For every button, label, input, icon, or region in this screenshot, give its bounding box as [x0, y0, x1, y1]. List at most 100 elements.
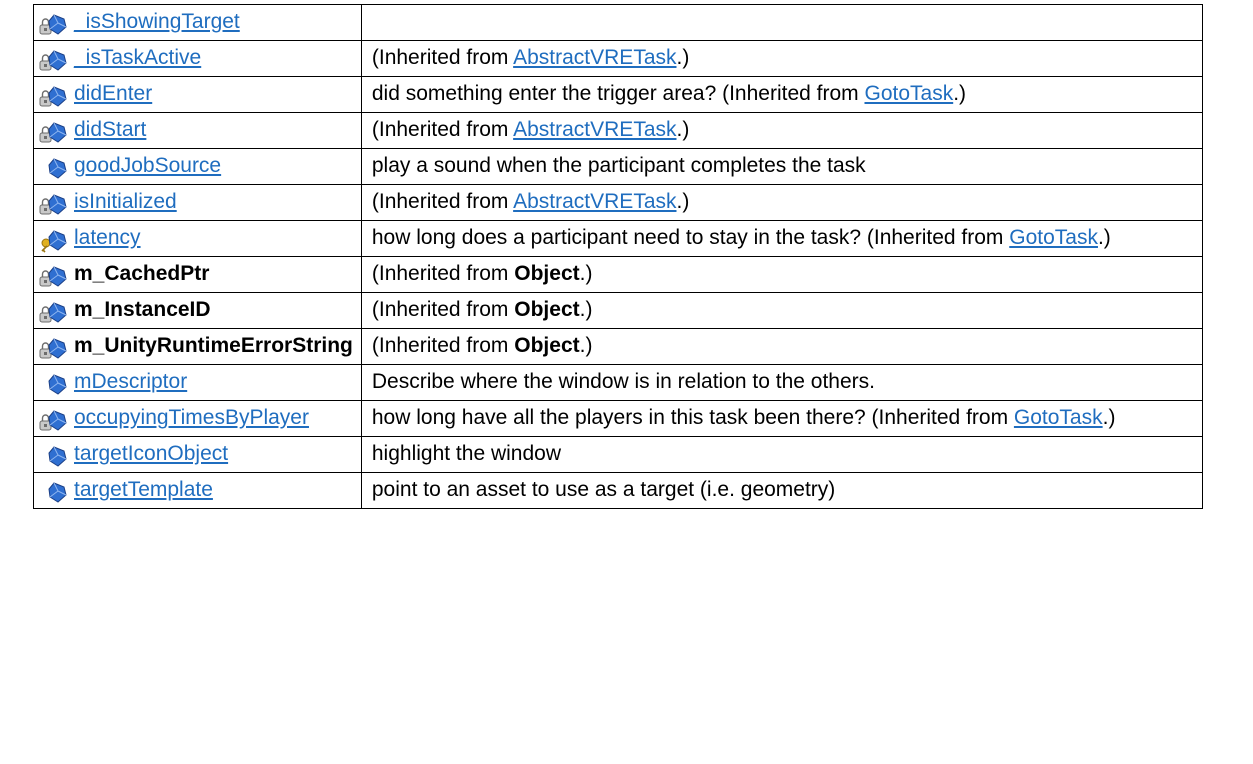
- member-name-cell: mDescriptor: [71, 364, 362, 401]
- table-row: didEnter did something enter the trigger …: [33, 76, 1203, 113]
- description-text: (Inherited from: [371, 298, 515, 321]
- member-name-cell: targetTemplate: [71, 472, 362, 509]
- icon-cell: [33, 40, 71, 77]
- member-description-cell: (Inherited from AbstractVRETask.): [360, 112, 1203, 149]
- description-text: did something enter the trigger area? (I…: [371, 82, 865, 105]
- icon-cell: [33, 4, 71, 41]
- member-description-cell: [360, 4, 1203, 41]
- table-row: _isTaskActive (Inherited from AbstractVR…: [33, 40, 1203, 77]
- protected-field-icon: [38, 299, 68, 323]
- description-text: .): [676, 46, 690, 69]
- member-name-link[interactable]: didStart: [74, 118, 146, 141]
- member-description-cell: (Inherited from Object.): [360, 292, 1203, 329]
- protected-field-icon: [38, 407, 68, 431]
- description-text: .): [1102, 406, 1116, 429]
- description-text: (Inherited from: [371, 334, 515, 357]
- icon-cell: [33, 76, 71, 113]
- inherited-from-link[interactable]: GotoTask: [1014, 406, 1103, 429]
- description-text: (Inherited from: [371, 190, 514, 213]
- private-field-icon: [38, 227, 68, 253]
- inherited-from-class: Object: [514, 334, 580, 357]
- description-text: .): [676, 118, 690, 141]
- table-row: m_CachedPtr (Inherited from Object.): [33, 256, 1203, 293]
- member-name-cell: m_InstanceID: [71, 292, 362, 329]
- public-field-icon: [38, 371, 68, 395]
- icon-cell: [33, 220, 71, 257]
- inherited-from-link[interactable]: AbstractVRETask: [513, 46, 676, 69]
- member-name-cell: latency: [71, 220, 362, 257]
- member-name-cell: _isTaskActive: [71, 40, 362, 77]
- icon-cell: [33, 256, 71, 293]
- inherited-from-link[interactable]: GotoTask: [1009, 226, 1098, 249]
- member-description-cell: Describe where the window is in relation…: [360, 364, 1203, 401]
- inherited-from-class: Object: [514, 298, 580, 321]
- member-name-link[interactable]: occupyingTimesByPlayer: [74, 406, 309, 429]
- table-row: targetIconObject highlight the window: [33, 436, 1203, 473]
- member-description-cell: (Inherited from AbstractVRETask.): [360, 184, 1203, 221]
- member-name-cell: targetIconObject: [71, 436, 362, 473]
- member-name-cell: m_CachedPtr: [71, 256, 362, 293]
- member-description-cell: did something enter the trigger area? (I…: [360, 76, 1203, 113]
- members-table: _isShowingTarget _isTaskActive (Inherite…: [33, 4, 1203, 509]
- table-row: didStart (Inherited from AbstractVRETask…: [33, 112, 1203, 149]
- member-description-cell: how long does a participant need to stay…: [360, 220, 1203, 257]
- member-name-link[interactable]: didEnter: [74, 82, 152, 105]
- table-row: mDescriptor Describe where the window is …: [33, 364, 1203, 401]
- table-row: goodJobSource play a sound when the parti…: [33, 148, 1203, 185]
- inherited-from-class: Object: [514, 262, 580, 285]
- public-field-icon: [38, 479, 68, 503]
- protected-field-icon: [38, 191, 68, 215]
- member-name-link[interactable]: targetTemplate: [74, 478, 213, 501]
- member-name-cell: _isShowingTarget: [71, 4, 362, 41]
- table-row: targetTemplate point to an asset to use a…: [33, 472, 1203, 509]
- member-description-cell: play a sound when the participant comple…: [360, 148, 1203, 185]
- member-name-link[interactable]: _isTaskActive: [74, 46, 201, 69]
- inherited-from-link[interactable]: AbstractVRETask: [513, 190, 676, 213]
- member-name-link[interactable]: mDescriptor: [74, 370, 187, 393]
- inherited-from-link[interactable]: GotoTask: [864, 82, 953, 105]
- member-name-link[interactable]: targetIconObject: [74, 442, 228, 465]
- protected-field-icon: [38, 119, 68, 143]
- description-text: play a sound when the participant comple…: [371, 154, 866, 177]
- member-description-cell: (Inherited from AbstractVRETask.): [360, 40, 1203, 77]
- member-name-link[interactable]: goodJobSource: [74, 154, 221, 177]
- member-name-cell: isInitialized: [71, 184, 362, 221]
- description-text: .): [579, 334, 593, 357]
- table-row: m_UnityRuntimeErrorString (Inherited fro…: [33, 328, 1203, 365]
- member-name-link[interactable]: _isShowingTarget: [74, 10, 240, 33]
- icon-cell: [33, 364, 71, 401]
- table-row: isInitialized (Inherited from AbstractVR…: [33, 184, 1203, 221]
- protected-field-icon: [38, 83, 68, 107]
- member-name-cell: occupyingTimesByPlayer: [71, 400, 362, 437]
- protected-field-icon: [38, 11, 68, 35]
- member-description-cell: how long have all the players in this ta…: [360, 400, 1203, 437]
- table-row: m_InstanceID (Inherited from Object.): [33, 292, 1203, 329]
- icon-cell: [33, 292, 71, 329]
- description-text: .): [1097, 226, 1111, 249]
- member-description-cell: point to an asset to use as a target (i.…: [360, 472, 1203, 509]
- icon-cell: [33, 328, 71, 365]
- description-text: .): [953, 82, 967, 105]
- member-name-link[interactable]: isInitialized: [74, 190, 177, 213]
- member-name-link[interactable]: latency: [74, 226, 141, 249]
- description-text: highlight the window: [371, 442, 561, 465]
- member-name: m_CachedPtr: [74, 262, 210, 285]
- description-text: .): [676, 190, 690, 213]
- protected-field-icon: [38, 335, 68, 359]
- description-text: point to an asset to use as a target (i.…: [371, 478, 836, 501]
- member-name-cell: didStart: [71, 112, 362, 149]
- inherited-from-link[interactable]: AbstractVRETask: [513, 118, 676, 141]
- description-text: (Inherited from: [371, 262, 515, 285]
- member-name-cell: goodJobSource: [71, 148, 362, 185]
- description-text: (Inherited from: [371, 118, 514, 141]
- member-name: m_UnityRuntimeErrorString: [74, 334, 353, 357]
- description-text: (Inherited from: [371, 46, 514, 69]
- icon-cell: [33, 184, 71, 221]
- icon-cell: [33, 148, 71, 185]
- member-description-cell: (Inherited from Object.): [360, 328, 1203, 365]
- icon-cell: [33, 436, 71, 473]
- member-name-cell: didEnter: [71, 76, 362, 113]
- member-description-cell: highlight the window: [360, 436, 1203, 473]
- member-description-cell: (Inherited from Object.): [360, 256, 1203, 293]
- member-name: m_InstanceID: [74, 298, 211, 321]
